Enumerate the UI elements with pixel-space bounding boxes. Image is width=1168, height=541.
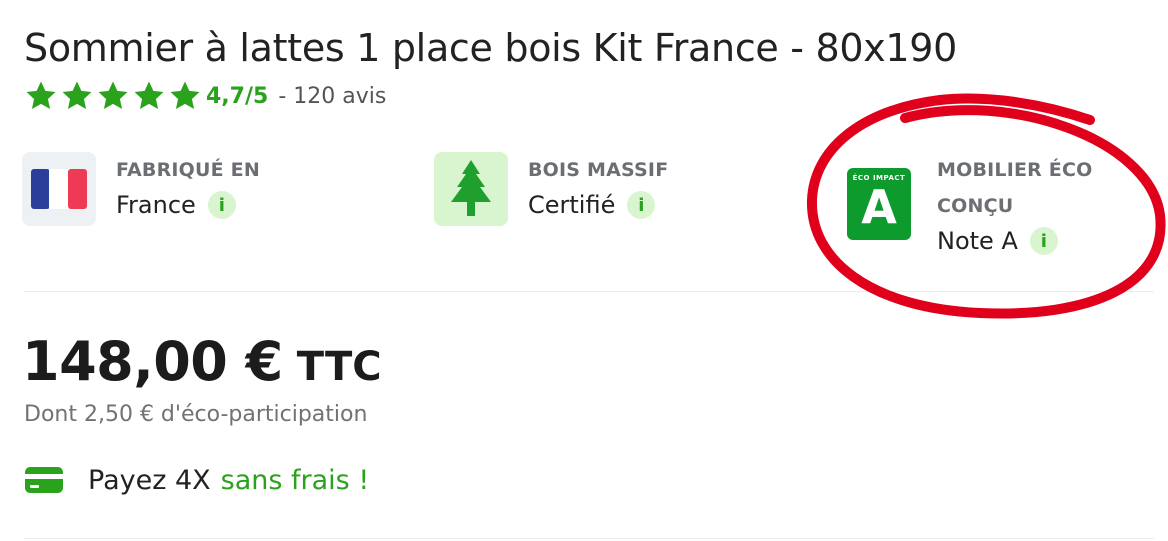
info-icon[interactable]: i bbox=[1029, 227, 1058, 255]
feature-label-line2: CONÇU bbox=[937, 195, 1014, 217]
feature-label: BOIS MASSIF bbox=[528, 159, 669, 181]
divider bbox=[24, 538, 1154, 539]
payment-offer[interactable]: Payez 4X sans frais ! bbox=[24, 464, 369, 496]
feature-value: France bbox=[116, 191, 196, 219]
divider bbox=[24, 291, 1154, 292]
feature-eco-design: ÉCO IMPACT A MOBILIER ÉCO CONÇU Note A i bbox=[847, 152, 1093, 260]
eco-participation: Dont 2,50 € d'éco-participation bbox=[24, 402, 368, 427]
price-suffix: TTC bbox=[296, 344, 382, 390]
star-icon bbox=[168, 79, 202, 113]
feature-value: Certifié bbox=[528, 191, 616, 219]
rating-stars bbox=[24, 79, 202, 113]
badge-letter: A bbox=[861, 180, 897, 234]
tree-icon bbox=[434, 152, 508, 226]
star-icon bbox=[60, 79, 94, 113]
star-icon bbox=[24, 79, 58, 113]
feature-label-line1: MOBILIER ÉCO bbox=[937, 159, 1093, 181]
info-icon[interactable]: i bbox=[207, 191, 236, 219]
feature-value: Note A bbox=[937, 227, 1018, 255]
feature-made-in: FABRIQUÉ EN France i bbox=[22, 152, 260, 226]
reviews-link[interactable]: - 120 avis bbox=[278, 84, 386, 109]
feature-label: FABRIQUÉ EN bbox=[116, 159, 260, 181]
payment-highlight: sans frais ! bbox=[220, 464, 370, 496]
eco-impact-badge-icon: ÉCO IMPACT A bbox=[847, 168, 911, 240]
feature-solid-wood: BOIS MASSIF Certifié i bbox=[434, 152, 668, 226]
price: 148,00 € TTC bbox=[22, 330, 382, 393]
rating[interactable]: 4,7/5 - 120 avis bbox=[24, 78, 386, 114]
price-amount: 148,00 € bbox=[22, 330, 283, 393]
credit-card-icon bbox=[24, 464, 64, 496]
star-icon bbox=[96, 79, 130, 113]
info-icon[interactable]: i bbox=[627, 191, 656, 219]
france-flag-icon bbox=[22, 152, 96, 226]
payment-text: Payez 4X bbox=[88, 464, 211, 496]
star-icon bbox=[132, 79, 166, 113]
rating-score: 4,7/5 bbox=[206, 83, 269, 109]
product-title: Sommier à lattes 1 place bois Kit France… bbox=[24, 26, 958, 70]
